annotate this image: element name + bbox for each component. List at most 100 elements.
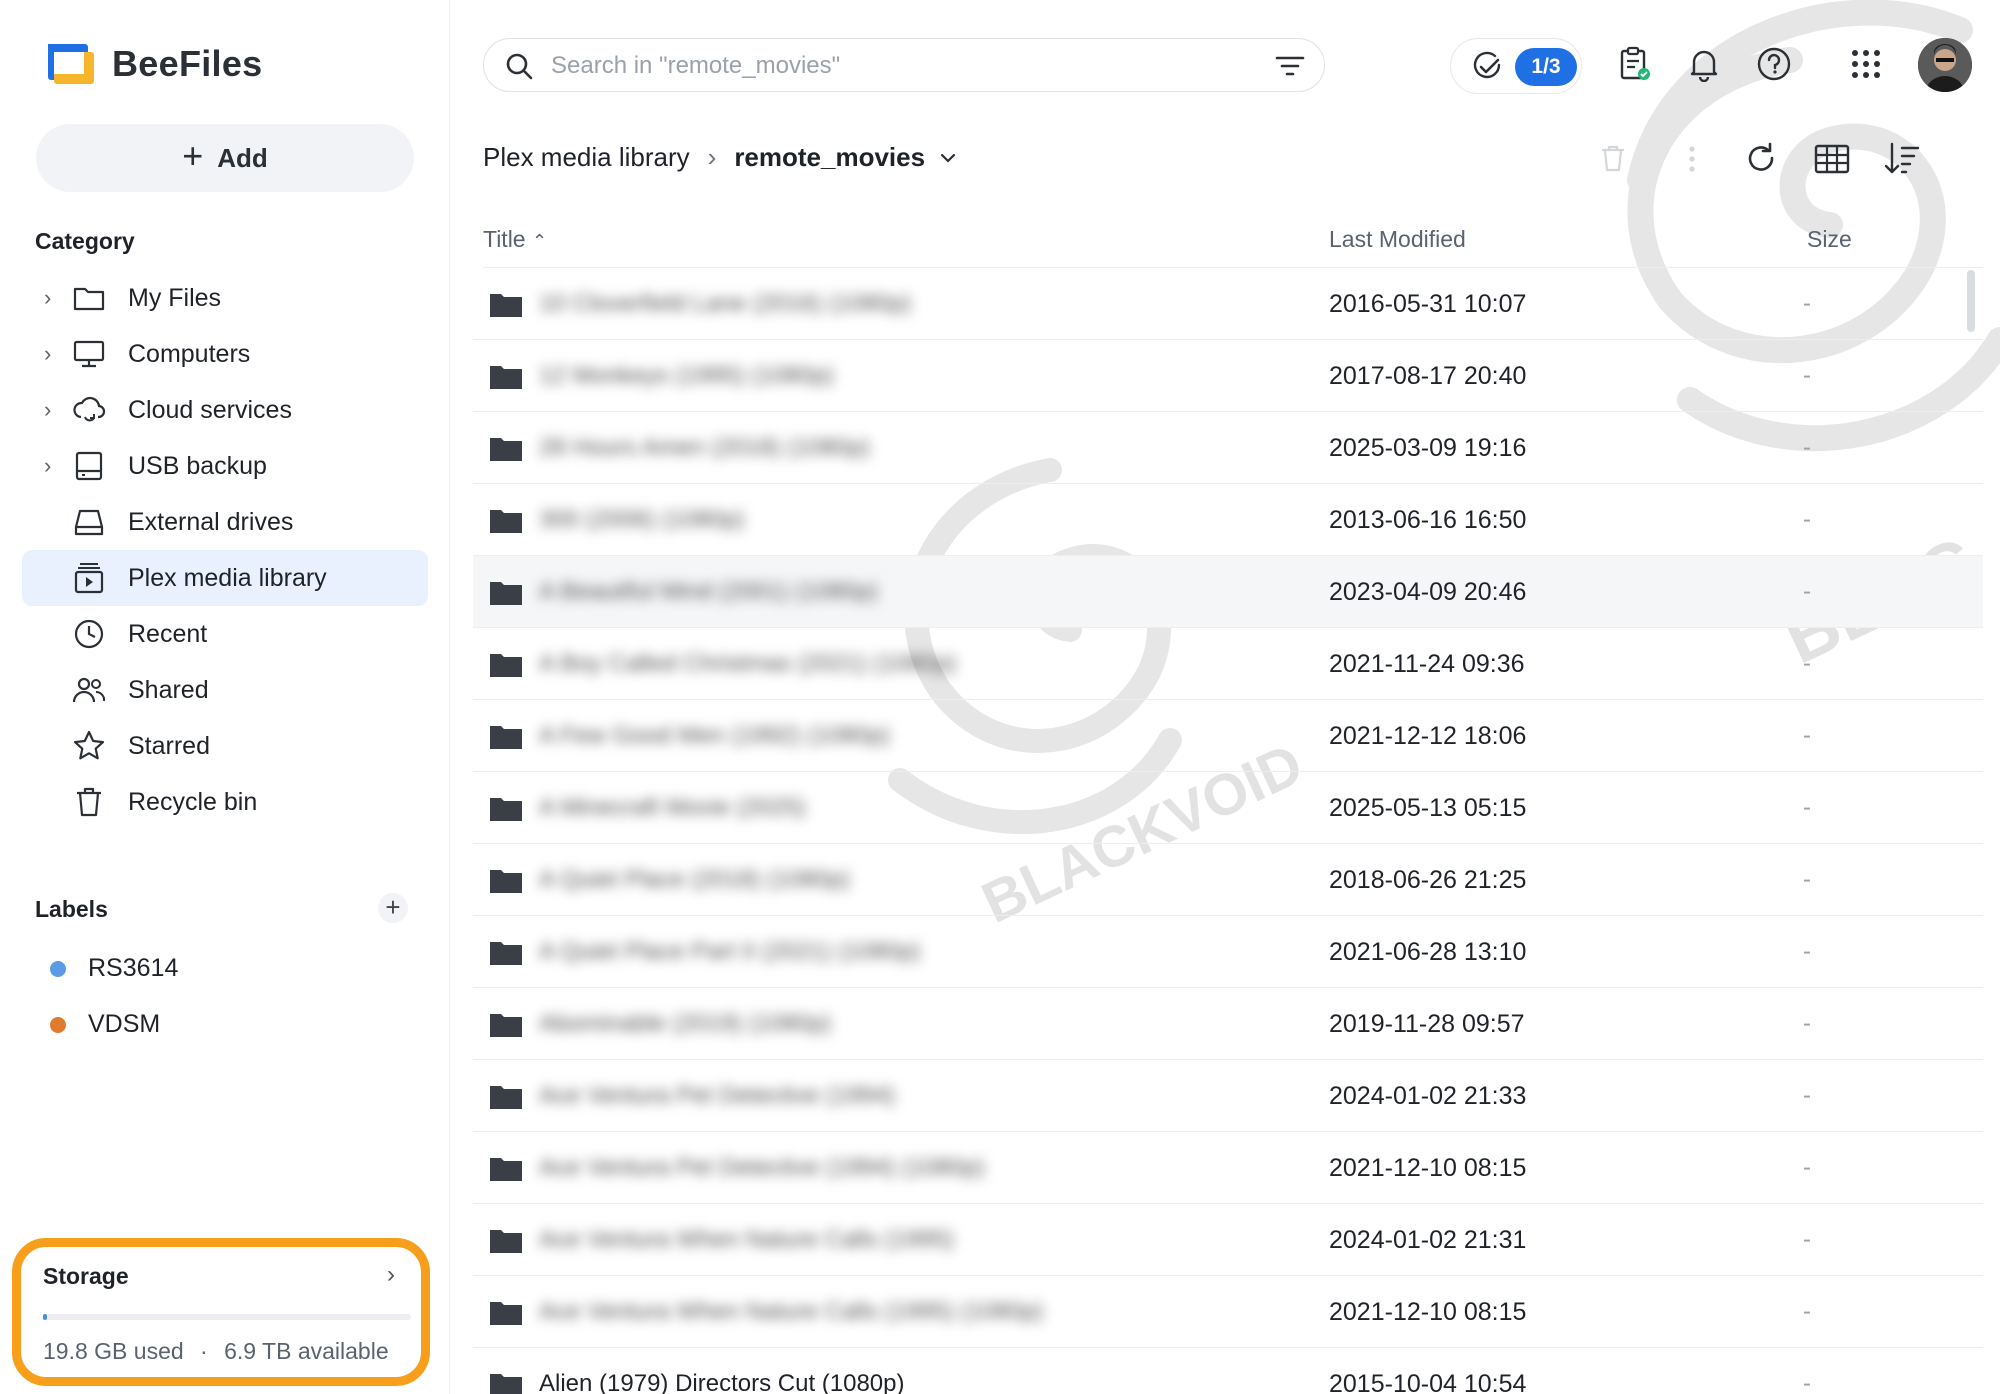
sidebar-item-starred[interactable]: Starred: [22, 718, 428, 774]
chevron-right-icon[interactable]: ›: [44, 455, 60, 477]
search-input[interactable]: [551, 49, 1231, 83]
refresh-icon[interactable]: [1740, 138, 1782, 180]
avatar[interactable]: [1918, 38, 1972, 92]
file-title[interactable]: A Minecraft Movie (2025): [539, 794, 806, 822]
chevron-right-icon[interactable]: ›: [387, 1261, 395, 1289]
bell-icon[interactable]: [1686, 46, 1722, 82]
table-row[interactable]: A Boy Called Christmas (2021) (1080p) 202…: [473, 628, 1983, 700]
file-title[interactable]: 10 Cloverfield Lane (2016) (1080p): [539, 290, 911, 318]
label-item-vdsm[interactable]: VDSM: [50, 1010, 160, 1039]
file-size: -: [1803, 1226, 1811, 1253]
filter-icon[interactable]: [1274, 51, 1306, 81]
file-title[interactable]: A Boy Called Christmas (2021) (1080p): [539, 650, 957, 678]
clock-icon: [74, 619, 104, 649]
chevron-right-icon[interactable]: ›: [44, 287, 60, 309]
table-row[interactable]: 300 (2006) (1080p) 2013-06-16 16:50 -: [473, 484, 1983, 556]
column-header-last-modified[interactable]: Last Modified: [1329, 226, 1466, 253]
app-logo[interactable]: BeeFiles: [46, 40, 262, 88]
column-header-size[interactable]: Size: [1807, 226, 1852, 253]
file-title[interactable]: A Beautiful Mind (2001) (1080p): [539, 578, 878, 606]
storage-available: 6.9 TB available: [224, 1338, 389, 1364]
file-size: -: [1803, 722, 1811, 749]
background-tasks-button[interactable]: 1/3: [1450, 38, 1582, 94]
file-title[interactable]: A Few Good Men (1992) (1080p): [539, 722, 890, 750]
file-title[interactable]: Abominable (2019) (1080p): [539, 1010, 831, 1038]
chevron-right-icon[interactable]: ›: [44, 343, 60, 365]
sidebar-item-cloud-services[interactable]: › Cloud services: [22, 382, 428, 438]
table-row[interactable]: Ace Ventura When Nature Calls (1995) 2024…: [473, 1204, 1983, 1276]
sidebar: BeeFiles + Add Category › My Files › Com…: [0, 0, 450, 1394]
breadcrumb-current[interactable]: remote_movies: [734, 142, 925, 173]
file-title[interactable]: Ace Ventura When Nature Calls (1995) (10…: [539, 1298, 1043, 1326]
table-row[interactable]: 12 Monkeys (1995) (1080p) 2017-08-17 20:4…: [473, 340, 1983, 412]
file-size: -: [1803, 1370, 1811, 1394]
chevron-down-icon[interactable]: [939, 149, 957, 167]
file-size: -: [1803, 1154, 1811, 1181]
table-row[interactable]: A Few Good Men (1992) (1080p) 2021-12-12 …: [473, 700, 1983, 772]
sidebar-item-recent[interactable]: Recent: [22, 606, 428, 662]
folder-icon: [490, 1086, 522, 1109]
label-item-rs3614[interactable]: RS3614: [50, 954, 178, 983]
more-options-icon[interactable]: [1671, 138, 1713, 180]
sidebar-item-label: My Files: [128, 283, 222, 312]
file-size: -: [1803, 866, 1811, 893]
app-grid-icon[interactable]: [1848, 46, 1884, 82]
file-title[interactable]: Ace Ventura When Nature Calls (1995): [539, 1226, 954, 1254]
table-row[interactable]: Ace Ventura When Nature Calls (1995) (10…: [473, 1276, 1983, 1348]
table-row[interactable]: 10 Cloverfield Lane (2016) (1080p) 2016-0…: [473, 268, 1983, 340]
table-row[interactable]: Ace Ventura Pet Detective (1994) (1080p)…: [473, 1132, 1983, 1204]
file-size: -: [1803, 1298, 1811, 1325]
main-panel: 1/3 Plex media library › remote_movies T…: [451, 0, 2000, 1394]
star-icon: [73, 730, 105, 760]
table-row[interactable]: Abominable (2019) (1080p) 2019-11-28 09:5…: [473, 988, 1983, 1060]
file-modified: 2016-05-31 10:07: [1329, 290, 1527, 318]
search-bar[interactable]: [483, 38, 1325, 92]
chevron-right-icon[interactable]: ›: [44, 399, 60, 421]
table-row[interactable]: Alien (1979) Directors Cut (1080p) 2015-1…: [473, 1348, 1983, 1394]
table-row[interactable]: A Beautiful Mind (2001) (1080p) 2023-04-0…: [473, 556, 1983, 628]
users-icon: [72, 677, 106, 703]
breadcrumb: Plex media library › remote_movies: [483, 142, 957, 173]
sidebar-item-plex-media-library[interactable]: Plex media library: [22, 550, 428, 606]
breadcrumb-parent[interactable]: Plex media library: [483, 142, 690, 173]
file-title[interactable]: Ace Ventura Pet Detective (1994): [539, 1082, 895, 1110]
sidebar-item-my-files[interactable]: › My Files: [22, 270, 428, 326]
grid-view-icon[interactable]: [1811, 138, 1853, 180]
file-list: 10 Cloverfield Lane (2016) (1080p) 2016-0…: [473, 268, 1983, 1394]
add-button-label: Add: [217, 142, 268, 173]
sort-icon[interactable]: [1882, 138, 1924, 180]
sidebar-item-external-drives[interactable]: External drives: [22, 494, 428, 550]
storage-panel[interactable]: Storage › 19.8 GB used · 6.9 TB availabl…: [12, 1238, 430, 1386]
storage-separator: ·: [200, 1338, 208, 1364]
help-icon[interactable]: [1756, 46, 1792, 82]
table-row[interactable]: A Minecraft Movie (2025) 2025-05-13 05:15…: [473, 772, 1983, 844]
trash-icon: [77, 787, 101, 817]
file-title[interactable]: 12 Monkeys (1995) (1080p): [539, 362, 834, 390]
table-row[interactable]: 28 Hours Amen (2018) (1080p) 2025-03-09 1…: [473, 412, 1983, 484]
file-title[interactable]: 300 (2006) (1080p): [539, 506, 744, 534]
table-row[interactable]: Ace Ventura Pet Detective (1994) 2024-01-…: [473, 1060, 1983, 1132]
scrollbar[interactable]: [1967, 270, 1975, 332]
task-count-badge: 1/3: [1515, 48, 1577, 86]
sidebar-item-shared[interactable]: Shared: [22, 662, 428, 718]
column-header-title[interactable]: Title ⌃: [483, 226, 547, 253]
sidebar-item-usb-backup[interactable]: › USB backup: [22, 438, 428, 494]
add-button[interactable]: + Add: [36, 124, 414, 192]
table-row[interactable]: A Quiet Place (2018) (1080p) 2018-06-26 2…: [473, 844, 1983, 916]
table-row[interactable]: A Quiet Place Part II (2021) (1080p) 2021…: [473, 916, 1983, 988]
file-title[interactable]: Ace Ventura Pet Detective (1994) (1080p): [539, 1154, 985, 1182]
file-title[interactable]: A Quiet Place Part II (2021) (1080p): [539, 938, 921, 966]
sidebar-item-computers[interactable]: › Computers: [22, 326, 428, 382]
folder-icon: [490, 294, 522, 317]
file-title[interactable]: A Quiet Place (2018) (1080p): [539, 866, 850, 894]
file-modified: 2024-01-02 21:33: [1329, 1082, 1527, 1110]
file-modified: 2021-12-10 08:15: [1329, 1154, 1527, 1182]
delete-icon[interactable]: [1592, 138, 1634, 180]
add-label-button[interactable]: +: [378, 893, 408, 923]
file-title[interactable]: 28 Hours Amen (2018) (1080p): [539, 434, 870, 462]
sidebar-item-recycle-bin[interactable]: Recycle bin: [22, 774, 428, 830]
file-title[interactable]: Alien (1979) Directors Cut (1080p): [539, 1370, 905, 1394]
category-title: Category: [35, 228, 135, 254]
clipboard-check-icon[interactable]: [1616, 46, 1652, 82]
app-name: BeeFiles: [112, 43, 263, 84]
